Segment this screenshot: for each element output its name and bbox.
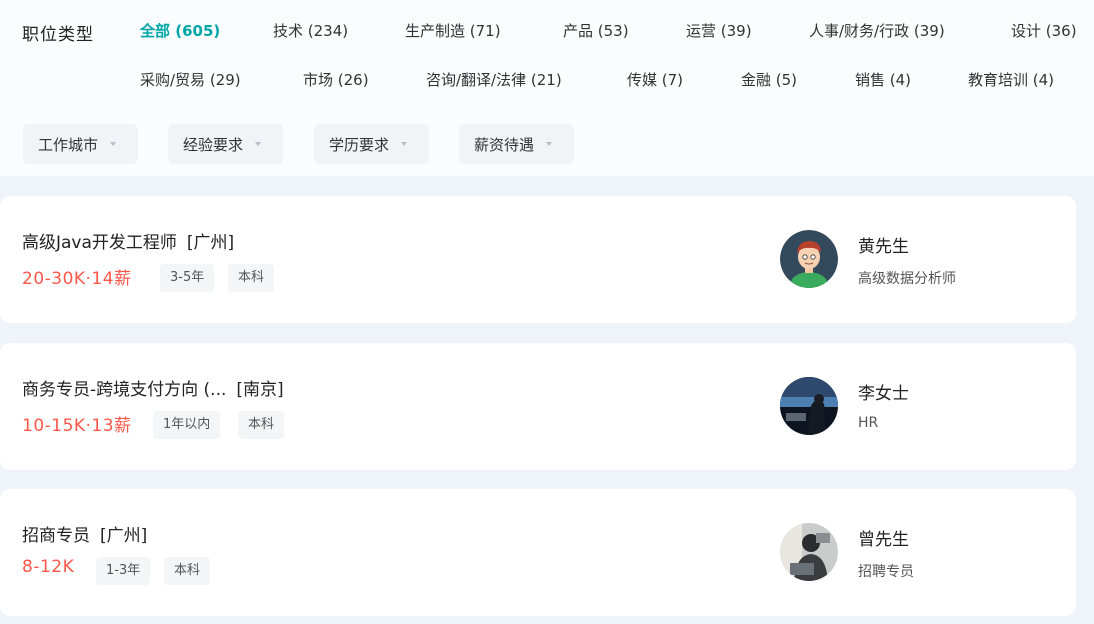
- experience-dropdown[interactable]: 经验要求: [168, 124, 283, 164]
- cartoon-man-avatar-icon: [780, 230, 838, 288]
- job-salary: 10-15K·13薪: [22, 416, 132, 436]
- photo-avatar-man-icon: [780, 523, 838, 581]
- category-purchasing-trade[interactable]: 采购/贸易 (29): [140, 69, 241, 90]
- photo-avatar-woman-icon: [780, 377, 838, 435]
- degree-tag: 本科: [164, 557, 211, 585]
- category-hr-finance-admin[interactable]: 人事/财务/行政 (39): [809, 20, 945, 41]
- salary-dropdown-label: 薪资待遇: [474, 135, 535, 154]
- category-manufacturing[interactable]: 生产制造 (71): [405, 20, 501, 41]
- job-card[interactable]: 招商专员 [广州] 8-12K 1-3年 本科 曾先生 招聘专员: [0, 489, 1076, 616]
- category-tech[interactable]: 技术 (234): [273, 20, 348, 41]
- salary-dropdown[interactable]: 薪资待遇: [459, 124, 574, 164]
- job-title-row[interactable]: 高级Java开发工程师 [广州]: [22, 228, 234, 253]
- recruiter-title: 高级数据分析师: [858, 271, 956, 287]
- caret-down-icon: [255, 142, 262, 146]
- education-dropdown-label: 学历要求: [329, 135, 390, 154]
- job-city: [广州]: [186, 233, 235, 253]
- category-marketing[interactable]: 市场 (26): [303, 69, 369, 90]
- category-finance[interactable]: 金融 (5): [741, 69, 797, 90]
- city-dropdown[interactable]: 工作城市: [23, 124, 138, 164]
- job-title-row[interactable]: 商务专员-跨境支付方向 (... [南京]: [22, 375, 284, 400]
- caret-down-icon: [110, 142, 117, 146]
- recruiter-name: 曾先生: [858, 530, 909, 550]
- category-education[interactable]: 教育培训 (4): [968, 69, 1054, 90]
- filters-panel: 职位类型 全部 (605) 技术 (234) 生产制造 (71) 产品 (53)…: [0, 0, 1094, 176]
- city-dropdown-label: 工作城市: [38, 135, 99, 154]
- job-title: 高级Java开发工程师: [22, 233, 177, 253]
- job-card[interactable]: 高级Java开发工程师 [广州] 20-30K·14薪 3-5年 本科 黄先生 高…: [0, 196, 1076, 323]
- education-dropdown[interactable]: 学历要求: [314, 124, 429, 164]
- job-type-label: 职位类型: [22, 25, 94, 45]
- recruiter-title: 招聘专员: [858, 564, 914, 580]
- caret-down-icon: [546, 142, 553, 146]
- category-design[interactable]: 设计 (36): [1011, 20, 1077, 41]
- degree-tag: 本科: [228, 264, 275, 292]
- job-title: 商务专员-跨境支付方向 (...: [22, 380, 227, 400]
- job-title: 招商专员: [22, 526, 90, 546]
- category-media[interactable]: 传媒 (7): [627, 69, 683, 90]
- experience-tag: 1年以内: [153, 411, 221, 439]
- experience-tag: 1-3年: [96, 557, 151, 585]
- job-card[interactable]: 商务专员-跨境支付方向 (... [南京] 10-15K·13薪 1年以内 本科 …: [0, 343, 1076, 470]
- category-product[interactable]: 产品 (53): [563, 20, 629, 41]
- recruiter-name: 李女士: [858, 384, 909, 404]
- caret-down-icon: [401, 142, 408, 146]
- recruiter-title: HR: [858, 415, 879, 431]
- job-salary: 20-30K·14薪: [22, 269, 132, 289]
- job-city: [广州]: [100, 526, 148, 546]
- category-all[interactable]: 全部 (605): [140, 20, 220, 41]
- recruiter-name: 黄先生: [858, 237, 909, 257]
- degree-tag: 本科: [238, 411, 285, 439]
- experience-tag: 3-5年: [160, 264, 215, 292]
- experience-dropdown-label: 经验要求: [183, 135, 244, 154]
- job-city: [南京]: [236, 380, 284, 400]
- category-sales[interactable]: 销售 (4): [855, 69, 911, 90]
- category-consulting-translation-law[interactable]: 咨询/翻译/法律 (21): [426, 69, 562, 90]
- category-operations[interactable]: 运营 (39): [686, 20, 752, 41]
- job-title-row[interactable]: 招商专员 [广州]: [22, 521, 147, 546]
- job-salary: 8-12K: [22, 557, 75, 577]
